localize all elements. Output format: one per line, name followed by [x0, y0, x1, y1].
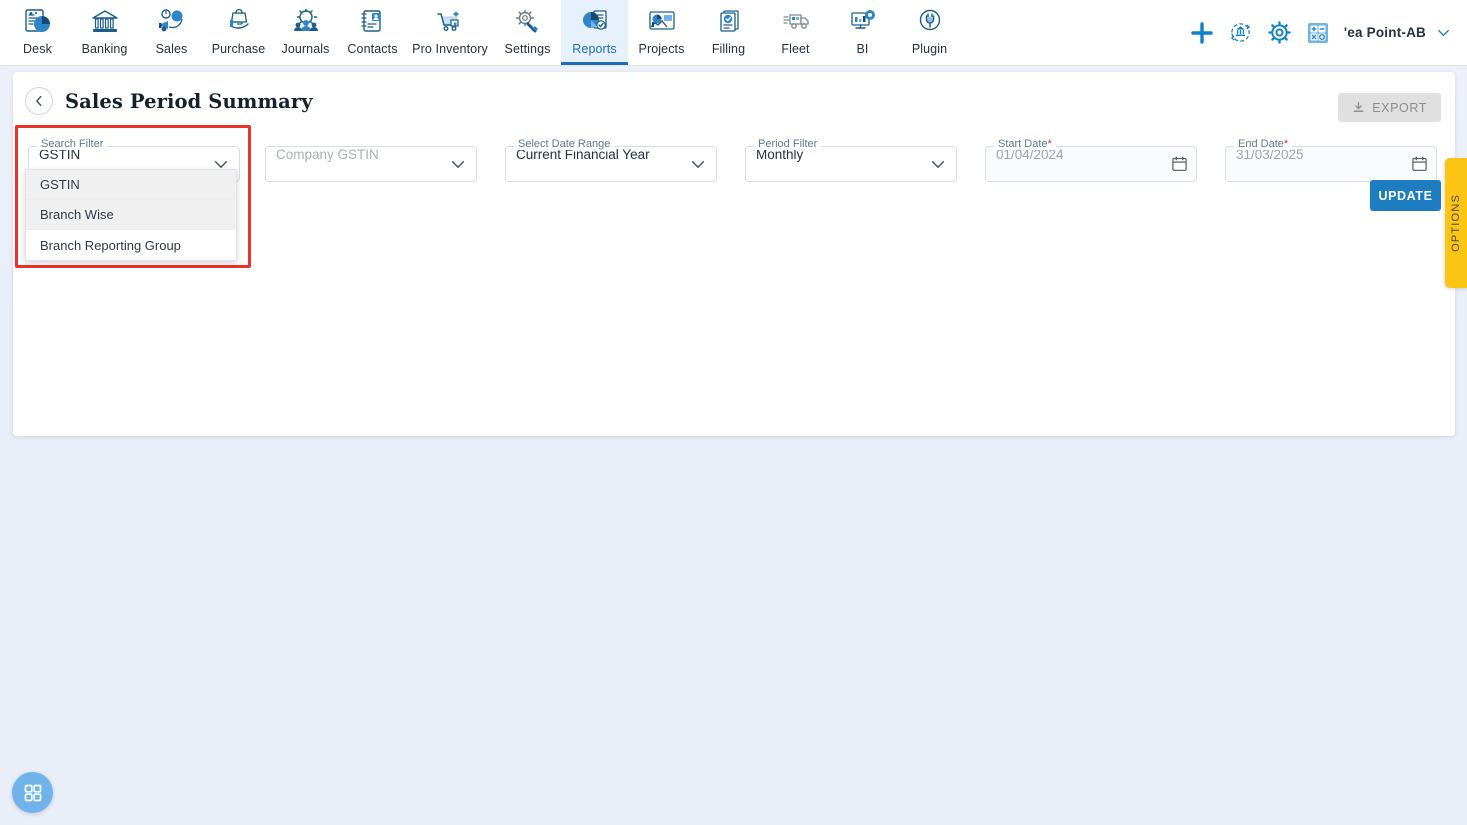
start-date-label-text: Start Date — [998, 138, 1048, 150]
nav-item-label: Plugin — [911, 42, 948, 56]
nav-item-label: Pro Inventory — [412, 42, 488, 56]
nav-item-fleet[interactable]: Fleet — [762, 0, 829, 65]
calendar-icon[interactable] — [1171, 156, 1188, 173]
plus-icon[interactable] — [1190, 21, 1214, 45]
search-filter-label: Search Filter — [37, 138, 108, 150]
period-filter-select[interactable]: Period Filter Monthly — [745, 138, 957, 182]
nav-item-sales[interactable]: Sales — [138, 0, 205, 65]
dropdown-option-label: Branch Reporting Group — [40, 237, 181, 253]
nav-item-list: Desk Banking Sales Purchase Journals Con… — [0, 0, 963, 65]
top-navigation-bar: Desk Banking Sales Purchase Journals Con… — [0, 0, 1467, 66]
journals-gear-people-icon — [289, 6, 323, 38]
calendar-icon[interactable] — [1411, 156, 1428, 173]
nav-item-label: Filling — [711, 42, 746, 56]
nav-item-plugin[interactable]: Plugin — [896, 0, 963, 65]
chevron-down-icon[interactable] — [927, 153, 949, 175]
nav-item-label: Purchase — [211, 42, 266, 56]
chevron-down-icon[interactable] — [447, 153, 469, 175]
nav-item-purchase[interactable]: Purchase — [205, 0, 272, 65]
bank-refresh-icon[interactable] — [1228, 20, 1253, 45]
nav-item-label: Reports — [572, 42, 617, 56]
company-gstin-select[interactable]: Company GSTIN — [265, 146, 477, 182]
inventory-cart-icon — [433, 6, 467, 38]
dropdown-option-gstin[interactable]: GSTIN — [26, 170, 236, 200]
sales-megaphone-icon — [155, 6, 189, 38]
apps-grid-icon — [23, 783, 43, 803]
nav-item-label: BI — [856, 42, 869, 56]
company-gstin-placeholder: Company GSTIN — [276, 147, 379, 162]
desk-chart-icon — [21, 6, 55, 38]
options-tab-label: OPTIONS — [1450, 194, 1462, 252]
search-filter-dropdown-menu[interactable]: GSTIN Branch Wise Branch Reporting Group — [25, 169, 237, 261]
start-date-field[interactable]: Start Date* 01/04/2024 — [985, 138, 1197, 182]
nav-item-bi[interactable]: BI — [829, 0, 896, 65]
start-date-label: Start Date* — [994, 138, 1056, 150]
nav-item-label: Banking — [81, 42, 128, 56]
company-name-label: 'ea Point-AB — [1343, 25, 1426, 40]
nav-item-label: Projects — [638, 42, 685, 56]
period-filter-label: Period Filter — [754, 138, 822, 150]
dropdown-option-label: GSTIN — [40, 177, 80, 192]
dropdown-option-label: Branch Wise — [40, 207, 114, 222]
nav-item-label: Desk — [23, 42, 52, 56]
required-asterisk: * — [1047, 138, 1052, 150]
nav-item-label: Sales — [155, 42, 188, 56]
nav-item-desk[interactable]: Desk — [4, 0, 71, 65]
bank-icon — [88, 6, 122, 38]
calculator-icon[interactable] — [1306, 21, 1330, 45]
chevron-down-icon — [1436, 25, 1451, 40]
end-date-label-text: End Date — [1238, 138, 1284, 150]
dropdown-option-branch-reporting-group[interactable]: Branch Reporting Group — [26, 230, 236, 260]
projects-board-icon — [645, 6, 679, 38]
nav-item-journals[interactable]: Journals — [272, 0, 339, 65]
card-header: Sales Period Summary — [13, 72, 1455, 130]
options-side-tab[interactable]: OPTIONS — [1445, 158, 1467, 288]
date-range-select[interactable]: Select Date Range Current Financial Year — [505, 138, 717, 182]
nav-item-pro-inventory[interactable]: Pro Inventory — [406, 0, 494, 65]
end-date-field[interactable]: End Date* 31/03/2025 — [1225, 138, 1437, 182]
update-button-label: UPDATE — [1378, 188, 1433, 203]
settings-tools-icon — [511, 6, 545, 38]
download-icon — [1352, 101, 1365, 114]
nav-item-label: Fleet — [781, 42, 810, 56]
nav-item-filling[interactable]: Filling — [695, 0, 762, 65]
nav-item-label: Settings — [504, 42, 551, 56]
filling-docs-icon — [712, 6, 746, 38]
nav-item-label: Contacts — [347, 42, 398, 56]
report-card: Sales Period Summary EXPORT Search Filte… — [13, 72, 1455, 436]
fleet-truck-icon — [779, 6, 813, 38]
chevron-left-icon — [32, 94, 46, 108]
nav-item-settings[interactable]: Settings — [494, 0, 561, 65]
apps-fab-button[interactable] — [12, 772, 53, 813]
plugin-plug-icon — [913, 6, 947, 38]
reports-pie-doc-icon — [578, 6, 612, 38]
export-button-label: EXPORT — [1372, 100, 1427, 115]
nav-item-reports[interactable]: Reports — [561, 0, 628, 65]
export-button[interactable]: EXPORT — [1338, 93, 1441, 122]
app-root: Desk Banking Sales Purchase Journals Con… — [0, 0, 1467, 825]
end-date-label: End Date* — [1234, 138, 1293, 150]
back-button[interactable] — [25, 87, 53, 115]
dropdown-option-branch-wise[interactable]: Branch Wise — [26, 200, 236, 230]
company-selector[interactable]: 'ea Point-AB — [1344, 25, 1451, 40]
chevron-down-icon[interactable] — [687, 153, 709, 175]
nav-item-banking[interactable]: Banking — [71, 0, 138, 65]
gear-icon[interactable] — [1267, 20, 1292, 45]
contacts-book-icon — [356, 6, 390, 38]
nav-item-projects[interactable]: Projects — [628, 0, 695, 65]
page-title: Sales Period Summary — [65, 89, 313, 113]
update-button[interactable]: UPDATE — [1370, 180, 1441, 211]
nav-item-label: Journals — [281, 42, 330, 56]
nav-right-actions: 'ea Point-AB — [1190, 0, 1467, 65]
purchase-hand-bag-icon — [222, 6, 256, 38]
date-range-label: Select Date Range — [514, 138, 615, 150]
bi-monitor-icon — [846, 6, 880, 38]
required-asterisk: * — [1283, 138, 1289, 150]
nav-item-contacts[interactable]: Contacts — [339, 0, 406, 65]
